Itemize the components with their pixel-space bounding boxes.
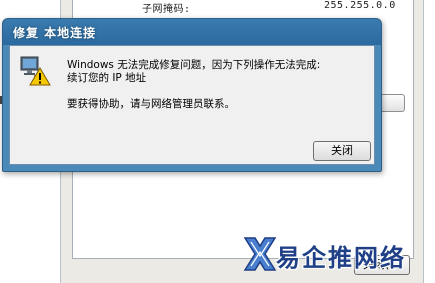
- message-line-1: Windows 无法完成修复问题，因为下列操作无法完成:: [67, 59, 321, 71]
- dialog-titlebar[interactable]: 修复 本地连接: [9, 19, 375, 45]
- watermark-text: 易企推网络: [276, 244, 406, 272]
- warning-network-icon: [20, 56, 51, 86]
- screen: 子网掩码: 255.255.0.0 关闭(C) 修复 本地连接 Windows …: [0, 0, 435, 283]
- background-button[interactable]: [382, 94, 405, 112]
- subnet-mask-label: 子网掩码:: [142, 4, 191, 15]
- dialog-message: Windows 无法完成修复问题，因为下列操作无法完成: 续订您的 IP 地址: [67, 59, 367, 85]
- watermark: 易企推网络: [243, 232, 429, 276]
- dialog-title: 修复 本地连接: [13, 25, 97, 40]
- help-text: 要获得协助，请与网络管理员联系。: [67, 98, 235, 110]
- repair-dialog: 修复 本地连接 Windows 无法完成修复问题，因为下列操作无法完成: 续订您…: [2, 18, 382, 172]
- close-button[interactable]: 关闭: [313, 141, 371, 161]
- watermark-logo-icon: [243, 237, 277, 271]
- subnet-mask-value: 255.255.0.0: [324, 0, 396, 11]
- message-line-2: 续订您的 IP 地址: [67, 72, 147, 84]
- dialog-client-area: Windows 无法完成修复问题，因为下列操作无法完成: 续订您的 IP 地址 …: [9, 45, 375, 165]
